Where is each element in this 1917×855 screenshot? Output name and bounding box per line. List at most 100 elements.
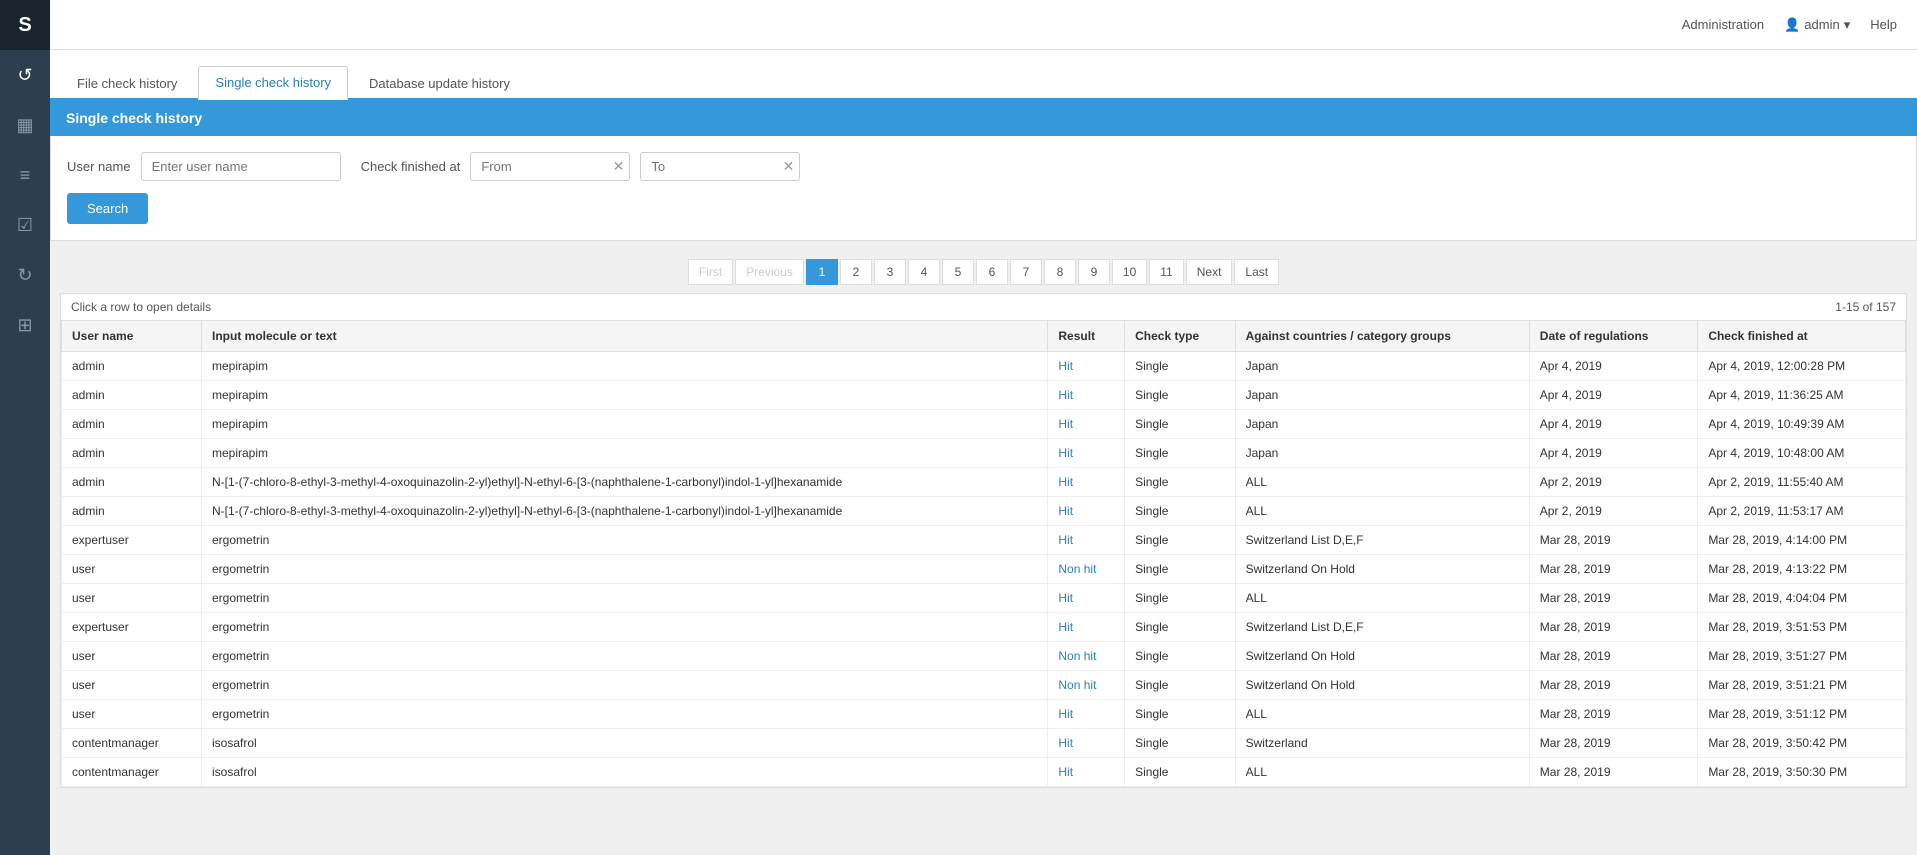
cell-username: admin — [62, 468, 202, 497]
cell-result: Hit — [1048, 758, 1125, 787]
username-input[interactable] — [141, 152, 341, 181]
cell-check-finished: Apr 2, 2019, 11:55:40 AM — [1698, 468, 1906, 497]
table-row[interactable]: expertuser ergometrin Hit Single Switzer… — [62, 526, 1906, 555]
cell-checktype: Single — [1125, 352, 1236, 381]
page-button-10[interactable]: 10 — [1112, 259, 1147, 285]
table-row[interactable]: admin mepirapim Hit Single Japan Apr 4, … — [62, 352, 1906, 381]
page-button-8[interactable]: 8 — [1044, 259, 1076, 285]
cell-username: user — [62, 555, 202, 584]
page-button-9[interactable]: 9 — [1078, 259, 1110, 285]
first-page-button[interactable]: First — [688, 259, 733, 285]
dropdown-icon: ▾ — [1844, 17, 1851, 33]
filter-section: Single check history User name Check fin… — [50, 100, 1917, 241]
cell-countries: ALL — [1235, 468, 1529, 497]
cell-username: expertuser — [62, 526, 202, 555]
results-area: First Previous 1 2 3 4 5 6 7 8 9 10 11 N… — [50, 241, 1917, 798]
cell-countries: Switzerland List D,E,F — [1235, 613, 1529, 642]
table-row[interactable]: admin N-[1-(7-chloro-8-ethyl-3-methyl-4-… — [62, 497, 1906, 526]
page-button-6[interactable]: 6 — [976, 259, 1008, 285]
cell-countries: Switzerland On Hold — [1235, 671, 1529, 700]
from-date-clear-icon[interactable]: ✕ — [613, 158, 625, 175]
cell-molecule: N-[1-(7-chloro-8-ethyl-3-methyl-4-oxoqui… — [202, 468, 1048, 497]
tab-db-update[interactable]: Database update history — [352, 67, 527, 100]
cell-check-finished: Apr 4, 2019, 10:48:00 AM — [1698, 439, 1906, 468]
cell-username: contentmanager — [62, 758, 202, 787]
sidebar-icon-grid[interactable]: ⊞ — [0, 300, 50, 350]
tab-single-check[interactable]: Single check history — [198, 66, 348, 100]
sidebar: S ↺ ▦ ≡ ☑ ↻ ⊞ — [0, 0, 50, 855]
cell-date-reg: Mar 28, 2019 — [1529, 671, 1698, 700]
cell-countries: Switzerland — [1235, 729, 1529, 758]
table-row[interactable]: user ergometrin Non hit Single Switzerla… — [62, 671, 1906, 700]
user-menu[interactable]: 👤 admin ▾ — [1784, 17, 1850, 33]
table-row[interactable]: user ergometrin Hit Single ALL Mar 28, 2… — [62, 700, 1906, 729]
sidebar-icon-refresh[interactable]: ↺ — [0, 50, 50, 100]
cell-countries: Japan — [1235, 381, 1529, 410]
table-row[interactable]: user ergometrin Non hit Single Switzerla… — [62, 642, 1906, 671]
cell-countries: ALL — [1235, 497, 1529, 526]
administration-link[interactable]: Administration — [1682, 17, 1764, 32]
page-button-2[interactable]: 2 — [840, 259, 872, 285]
cell-checktype: Single — [1125, 642, 1236, 671]
from-date-wrapper: ✕ — [470, 152, 630, 181]
to-date-clear-icon[interactable]: ✕ — [783, 158, 795, 175]
last-page-button[interactable]: Last — [1234, 259, 1279, 285]
cell-checktype: Single — [1125, 729, 1236, 758]
user-icon: 👤 — [1784, 17, 1800, 33]
cell-date-reg: Apr 4, 2019 — [1529, 381, 1698, 410]
cell-checktype: Single — [1125, 497, 1236, 526]
from-date-input[interactable] — [470, 152, 630, 181]
table-row[interactable]: user ergometrin Hit Single ALL Mar 28, 2… — [62, 584, 1906, 613]
table-row[interactable]: contentmanager isosafrol Hit Single ALL … — [62, 758, 1906, 787]
table-row[interactable]: expertuser ergometrin Hit Single Switzer… — [62, 613, 1906, 642]
tab-file-check[interactable]: File check history — [60, 67, 194, 100]
page-area: File check history Single check history … — [50, 50, 1917, 855]
table-row[interactable]: admin mepirapim Hit Single Japan Apr 4, … — [62, 410, 1906, 439]
search-button[interactable]: Search — [67, 193, 148, 224]
table-row[interactable]: admin N-[1-(7-chloro-8-ethyl-3-methyl-4-… — [62, 468, 1906, 497]
cell-username: admin — [62, 497, 202, 526]
cell-check-finished: Apr 2, 2019, 11:53:17 AM — [1698, 497, 1906, 526]
cell-date-reg: Mar 28, 2019 — [1529, 526, 1698, 555]
cell-checktype: Single — [1125, 555, 1236, 584]
cell-username: admin — [62, 352, 202, 381]
cell-molecule: isosafrol — [202, 729, 1048, 758]
cell-result: Hit — [1048, 613, 1125, 642]
username-label: admin — [1804, 17, 1839, 32]
page-button-1[interactable]: 1 — [806, 259, 838, 285]
page-button-5[interactable]: 5 — [942, 259, 974, 285]
page-button-3[interactable]: 3 — [874, 259, 906, 285]
cell-date-reg: Apr 2, 2019 — [1529, 497, 1698, 526]
cell-check-finished: Mar 28, 2019, 3:51:53 PM — [1698, 613, 1906, 642]
sidebar-icon-chart[interactable]: ▦ — [0, 100, 50, 150]
cell-check-finished: Mar 28, 2019, 3:51:21 PM — [1698, 671, 1906, 700]
table-row[interactable]: admin mepirapim Hit Single Japan Apr 4, … — [62, 439, 1906, 468]
cell-checktype: Single — [1125, 584, 1236, 613]
sidebar-icon-refresh2[interactable]: ↻ — [0, 250, 50, 300]
cell-date-reg: Apr 4, 2019 — [1529, 439, 1698, 468]
cell-result: Non hit — [1048, 671, 1125, 700]
cell-date-reg: Mar 28, 2019 — [1529, 555, 1698, 584]
table-header: User name Input molecule or text Result … — [62, 321, 1906, 352]
cell-countries: Switzerland On Hold — [1235, 642, 1529, 671]
sidebar-logo: S — [0, 0, 50, 50]
cell-date-reg: Apr 4, 2019 — [1529, 410, 1698, 439]
cell-countries: Japan — [1235, 410, 1529, 439]
cell-check-finished: Mar 28, 2019, 3:51:12 PM — [1698, 700, 1906, 729]
page-button-11[interactable]: 11 — [1149, 259, 1183, 285]
sidebar-icon-list[interactable]: ≡ — [0, 150, 50, 200]
table-section: Click a row to open details 1-15 of 157 … — [60, 293, 1907, 788]
table-row[interactable]: contentmanager isosafrol Hit Single Swit… — [62, 729, 1906, 758]
help-link[interactable]: Help — [1870, 17, 1897, 32]
table-row[interactable]: user ergometrin Non hit Single Switzerla… — [62, 555, 1906, 584]
sidebar-icon-checklist[interactable]: ☑ — [0, 200, 50, 250]
next-page-button[interactable]: Next — [1186, 259, 1233, 285]
page-button-4[interactable]: 4 — [908, 259, 940, 285]
cell-username: user — [62, 584, 202, 613]
to-date-input[interactable] — [640, 152, 800, 181]
cell-date-reg: Apr 2, 2019 — [1529, 468, 1698, 497]
table-row[interactable]: admin mepirapim Hit Single Japan Apr 4, … — [62, 381, 1906, 410]
page-button-7[interactable]: 7 — [1010, 259, 1042, 285]
previous-page-button[interactable]: Previous — [735, 259, 804, 285]
filter-row-1: User name Check finished at ✕ ✕ — [67, 152, 1900, 181]
